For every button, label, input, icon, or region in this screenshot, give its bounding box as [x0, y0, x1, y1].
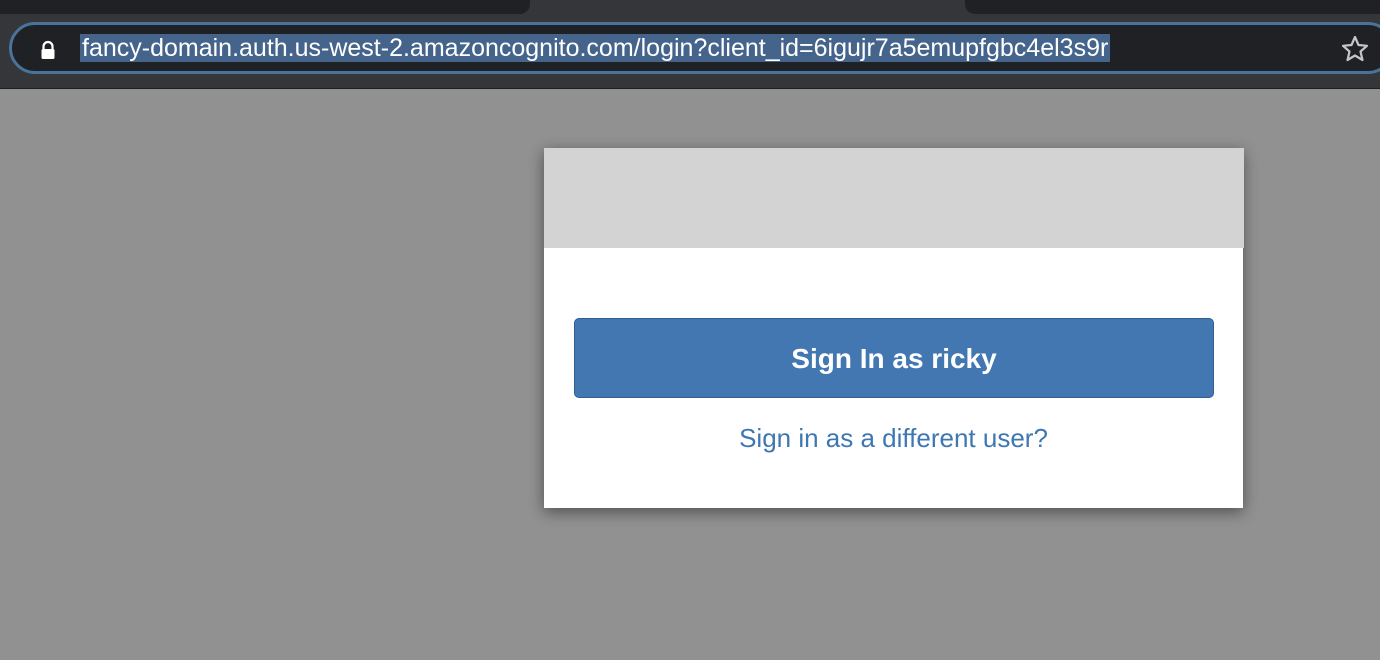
sign-in-button[interactable]: Sign In as ricky [574, 318, 1214, 398]
tab-strip [0, 0, 1380, 14]
login-card: Sign In as ricky Sign in as a different … [544, 148, 1244, 508]
browser-toolbar: fancy-domain.auth.us-west-2.amazoncognit… [0, 14, 1380, 89]
browser-tab[interactable] [0, 0, 530, 14]
star-icon[interactable] [1340, 34, 1370, 64]
url-selection[interactable]: fancy-domain.auth.us-west-2.amazoncognit… [80, 34, 1111, 62]
card-banner [544, 148, 1244, 248]
browser-tab[interactable] [965, 0, 1380, 14]
different-user-link[interactable]: Sign in as a different user? [544, 420, 1243, 456]
lock-icon[interactable] [38, 40, 58, 60]
address-bar[interactable]: fancy-domain.auth.us-west-2.amazoncognit… [9, 22, 1380, 74]
url-text[interactable]: fancy-domain.auth.us-west-2.amazoncognit… [80, 33, 1316, 63]
